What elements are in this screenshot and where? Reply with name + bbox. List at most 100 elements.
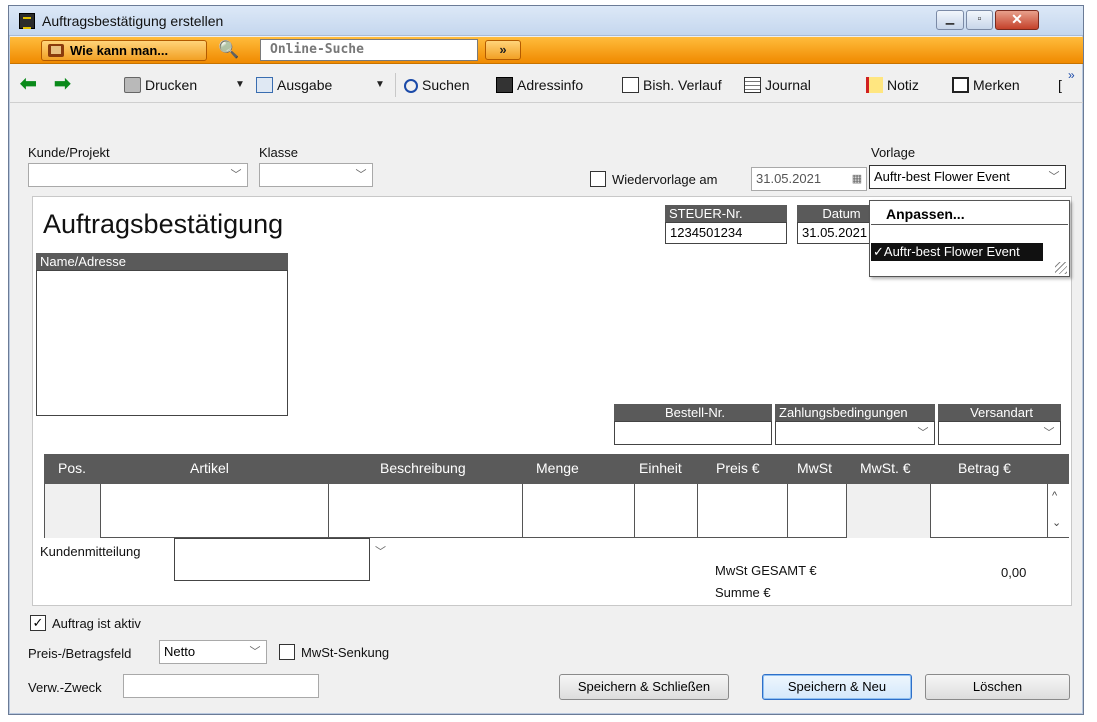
customer-message-field[interactable] [174, 538, 370, 581]
cell-description[interactable] [329, 484, 523, 538]
online-search-go-button[interactable]: » [485, 40, 521, 60]
print-dropdown-caret[interactable]: ▼ [235, 75, 245, 95]
purpose-input[interactable] [123, 674, 319, 698]
toolbar-separator [395, 73, 396, 97]
template-combo[interactable]: Auftr-best Flower Event ﹀ [869, 165, 1066, 189]
address-header: Name/Adresse [36, 253, 288, 270]
followup-date-field[interactable]: 31.05.2021 ▦ [751, 167, 867, 191]
cell-quantity[interactable] [523, 484, 635, 538]
chevron-down-icon[interactable]: ﹀ [912, 422, 934, 444]
cell-vat[interactable] [788, 484, 847, 538]
vat-reduction-label: MwSt-Senkung [301, 645, 390, 660]
addressinfo-label: Adressinfo [517, 77, 584, 93]
window: Auftragsbestätigung erstellen ▁ ▫ ✕ Wie … [8, 5, 1084, 715]
cell-pos[interactable] [44, 484, 101, 538]
column-price: Preis € [716, 460, 760, 476]
output-icon [256, 77, 273, 93]
tax-number-header: STEUER-Nr. [665, 205, 787, 222]
template-option-flower-event[interactable]: ✓Auftr-best Flower Event [871, 243, 1043, 261]
column-vat: MwSt [797, 460, 832, 476]
chevron-down-icon[interactable]: ﹀ [375, 543, 386, 559]
note-icon [866, 77, 883, 93]
remember-button[interactable]: Merken [952, 75, 1020, 95]
printer-icon [124, 77, 141, 93]
sum-label: Summe € [715, 585, 771, 600]
chevron-down-icon[interactable]: ﹀ [244, 641, 266, 663]
back-arrow-icon[interactable]: ⬅ [20, 74, 42, 94]
price-field-combo[interactable]: Netto ﹀ [159, 640, 267, 664]
cell-vat-amount [847, 484, 931, 538]
customer-message-label: Kundenmitteilung [40, 544, 141, 559]
tax-number-value[interactable]: 1234501234 [665, 222, 787, 244]
minimize-button[interactable]: ▁ [936, 10, 964, 30]
class-combo[interactable]: ﹀ [259, 163, 373, 187]
line-item-row[interactable]: ^ ⌄ [44, 484, 1069, 538]
window-title: Auftragsbestätigung erstellen [42, 13, 224, 29]
output-button[interactable]: Ausgabe [256, 75, 332, 95]
template-dropdown-list: Anpassen... ✓Auftr-best Flower Event [869, 200, 1070, 277]
close-button[interactable]: ✕ [995, 10, 1039, 30]
customer-combo[interactable]: ﹀ [28, 163, 248, 187]
save-close-button[interactable]: Speichern & Schließen [559, 674, 729, 700]
how-to-label: Wie kann man... [70, 43, 169, 58]
toolbar-overflow-button[interactable]: » [1068, 65, 1075, 85]
column-amount: Betrag € [958, 460, 1011, 476]
toolbar-more-bracket: [ [1058, 77, 1062, 93]
followup-label: Wiedervorlage am [612, 172, 718, 187]
order-active-label: Auftrag ist aktiv [52, 616, 141, 631]
note-label: Notiz [887, 77, 919, 93]
column-vat-amount: MwSt. € [860, 460, 911, 476]
online-search-input[interactable]: Online-Suche [260, 39, 478, 61]
maximize-button[interactable]: ▫ [966, 10, 993, 30]
shipping-header: Versandart [938, 404, 1061, 421]
vat-reduction-checkbox[interactable] [279, 644, 295, 660]
forward-arrow-icon[interactable]: ➡ [54, 74, 76, 94]
followup-checkbox[interactable] [590, 171, 606, 187]
scroll-down-icon[interactable]: ⌄ [1052, 516, 1061, 529]
toolbar: ⬅ ➡ Drucken ▼ Ausgabe ▼ Suchen Adressinf… [10, 65, 1083, 103]
note-button[interactable]: Notiz [866, 75, 919, 95]
cell-article[interactable] [101, 484, 329, 538]
chevron-down-icon[interactable]: ﹀ [350, 164, 372, 186]
cell-unit[interactable] [635, 484, 698, 538]
journal-label: Journal [765, 77, 811, 93]
output-label: Ausgabe [277, 77, 333, 93]
chevron-down-icon[interactable]: ﹀ [1038, 422, 1060, 444]
shipping-combo[interactable]: ﹀ [938, 421, 1061, 445]
column-unit: Einheit [639, 460, 682, 476]
template-label: Vorlage [871, 145, 916, 160]
delete-button[interactable]: Löschen [925, 674, 1070, 700]
output-dropdown-caret[interactable]: ▼ [375, 75, 385, 95]
calendar-icon[interactable]: ▦ [848, 168, 866, 190]
column-description: Beschreibung [380, 460, 466, 476]
cell-price[interactable] [698, 484, 788, 538]
chevron-down-icon[interactable]: ﹀ [225, 164, 247, 186]
cell-amount[interactable] [931, 484, 1048, 538]
column-quantity: Menge [536, 460, 579, 476]
journal-button[interactable]: Journal [744, 75, 811, 95]
address-field[interactable] [36, 270, 288, 416]
save-disk-icon [952, 77, 969, 93]
payment-terms-combo[interactable]: ﹀ [775, 421, 935, 445]
resize-grip-icon[interactable] [1055, 262, 1067, 274]
customize-option[interactable]: Anpassen... [871, 203, 1068, 225]
scroll-up-icon[interactable]: ^ [1052, 490, 1057, 502]
order-number-header: Bestell-Nr. [614, 404, 772, 421]
order-number-field[interactable] [614, 421, 772, 445]
document-title: Auftragsbestätigung [43, 209, 284, 239]
chevron-down-icon[interactable]: ﹀ [1043, 166, 1065, 188]
order-active-checkbox[interactable]: ✓ [30, 615, 46, 631]
vat-total-value: 0,00 [1001, 565, 1027, 580]
search-icon[interactable]: 🔍 [218, 39, 240, 61]
print-label: Drucken [145, 77, 198, 93]
print-button[interactable]: Drucken [124, 75, 197, 95]
search-button[interactable]: Suchen [404, 75, 469, 95]
history-button[interactable]: Bish. Verlauf [622, 75, 722, 95]
addressinfo-button[interactable]: Adressinfo [496, 75, 583, 95]
addressbook-icon [496, 77, 513, 93]
purpose-label: Verw.-Zweck [28, 680, 102, 695]
how-to-button[interactable]: Wie kann man... [41, 40, 207, 61]
save-new-button[interactable]: Speichern & Neu [762, 674, 912, 700]
price-field-value: Netto [164, 644, 196, 659]
search-label: Suchen [422, 77, 470, 93]
